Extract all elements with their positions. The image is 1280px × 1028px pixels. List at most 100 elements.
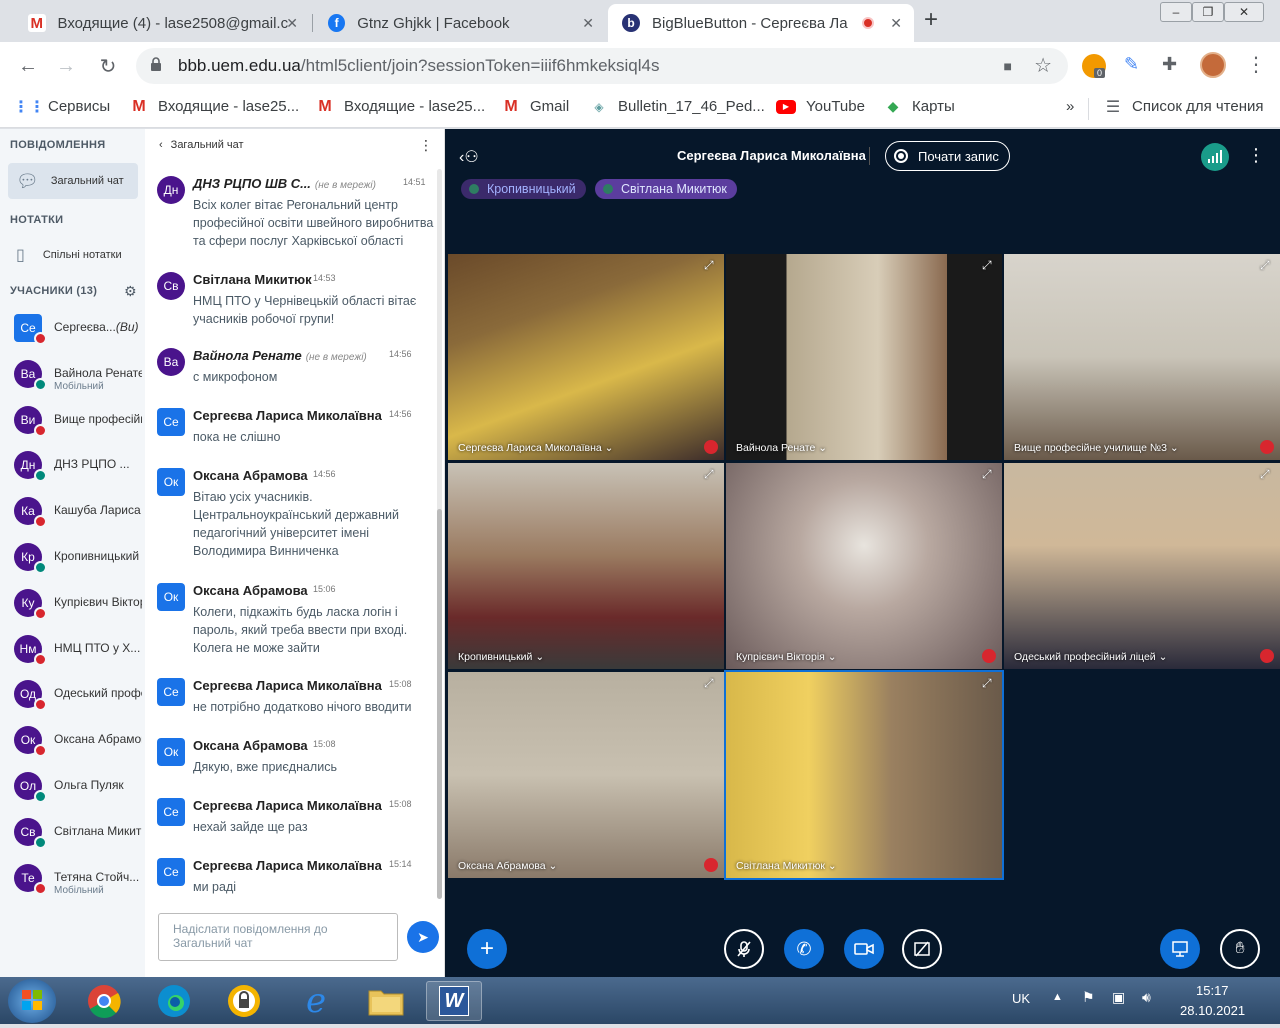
restore-icon[interactable]: ❐: [1192, 2, 1224, 22]
new-tab-icon[interactable]: +: [924, 6, 938, 34]
window-close-icon[interactable]: ✕: [1224, 2, 1264, 22]
fullscreen-icon[interactable]: ⤢: [1260, 467, 1274, 481]
user-list-item[interactable]: Кр Кропивницький: [14, 543, 140, 583]
ie-taskbar-button[interactable]: e: [288, 981, 344, 1021]
user-list-item[interactable]: Ва Вайнола Ренате Мобільний: [14, 359, 142, 400]
scrollbar-thumb[interactable]: [437, 509, 442, 899]
video-tile[interactable]: ⤢ Вайнола Ренате ⌄: [726, 254, 1002, 460]
video-tile[interactable]: ⤢ Одеський професійний ліцей ⌄: [1004, 463, 1280, 669]
tab-facebook[interactable]: f Gtnz Ghjkk | Facebook ✕: [314, 4, 606, 42]
video-tile[interactable]: ⤢ Кропивницький ⌄: [448, 463, 724, 669]
raise-hand-button[interactable]: ✋︎: [1220, 929, 1260, 969]
bookmark-gmail-2[interactable]: M Входящие - lase25...: [316, 98, 485, 116]
close-tab-icon[interactable]: ✕: [890, 15, 902, 32]
video-user-label[interactable]: Вайнола Ренате ⌄: [736, 442, 827, 454]
flag-icon[interactable]: ⚑: [1082, 989, 1095, 1006]
video-tile[interactable]: ⤢ Вище професійне училище №3 ⌄: [1004, 254, 1280, 460]
bookmark-maps[interactable]: ◆ Карты: [884, 98, 955, 115]
video-user-label[interactable]: Оксана Абрамова ⌄: [458, 860, 557, 872]
video-tile[interactable]: ⤢ Світлана Микитюк ⌄: [724, 670, 1004, 880]
fullscreen-icon[interactable]: ⤢: [982, 467, 996, 481]
clock-time[interactable]: 15:17: [1196, 983, 1229, 998]
video-tile[interactable]: ⤢ Сергеєва Лариса Миколаївна ⌄: [448, 254, 724, 460]
video-button[interactable]: [844, 929, 884, 969]
reload-icon[interactable]: ↻: [94, 52, 122, 80]
language-indicator[interactable]: UK: [1012, 991, 1030, 1006]
reading-list-button[interactable]: ☰ Список для чтения: [1104, 98, 1264, 116]
start-recording-button[interactable]: Почати запис: [885, 141, 1010, 171]
fullscreen-icon[interactable]: ⤢: [704, 258, 718, 272]
explorer-taskbar-button[interactable]: [358, 981, 414, 1021]
presentation-button[interactable]: [1160, 929, 1200, 969]
tray-expand-icon[interactable]: ▲: [1052, 991, 1063, 1003]
bookmark-star-icon[interactable]: ☆: [1034, 53, 1052, 78]
network-icon[interactable]: ▣: [1112, 989, 1125, 1006]
tab-gmail[interactable]: M Входящие (4) - lase2508@gmail.c ✕: [14, 4, 310, 42]
send-message-button[interactable]: ➤: [407, 921, 439, 953]
user-list-item[interactable]: Се Сергеєва...(Ви): [14, 314, 140, 354]
clock-date[interactable]: 28.10.2021: [1180, 1003, 1245, 1018]
video-user-label[interactable]: Кропивницький ⌄: [458, 651, 544, 663]
video-user-label[interactable]: Вище професійне училище №3 ⌄: [1014, 442, 1179, 454]
fullscreen-icon[interactable]: ⤢: [982, 676, 996, 690]
minimize-icon[interactable]: ‒: [1160, 2, 1192, 22]
user-list-item[interactable]: ОкОксана Абрамова: [14, 726, 142, 766]
start-button[interactable]: [8, 979, 56, 1023]
chat-header[interactable]: ‹ Загальний чат: [159, 139, 244, 151]
user-list-item[interactable]: ВиВище професійне: [14, 405, 142, 446]
chat-options-icon[interactable]: ⋮: [419, 137, 433, 154]
user-list-item[interactable]: Ка Кашуба Лариса: [14, 497, 141, 537]
feather-extension-icon[interactable]: ✎: [1124, 54, 1139, 75]
profile-avatar[interactable]: [1200, 52, 1226, 78]
user-list-item[interactable]: Нм НМЦ ПТО у Х...: [14, 634, 140, 675]
settings-gear-icon[interactable]: ⚙: [124, 283, 137, 300]
user-list-item[interactable]: Ол Ольга Пуляк: [14, 772, 140, 812]
video-tile[interactable]: ⤢ Купрієвич Вікторія ⌄: [726, 463, 1002, 669]
edge-taskbar-button[interactable]: [146, 981, 202, 1021]
vpn-taskbar-button[interactable]: [216, 981, 272, 1021]
bookmark-gmail-1[interactable]: M Входящие - lase25...: [130, 98, 299, 116]
toggle-userlist-icon[interactable]: ‹⚇: [459, 147, 479, 167]
video-user-label[interactable]: Сергеєва Лариса Миколаївна ⌄: [458, 442, 613, 454]
more-bookmarks-button[interactable]: »: [1066, 98, 1074, 115]
user-list-item[interactable]: Те Тетяна Стойч... Мобільний: [14, 863, 140, 904]
video-user-label[interactable]: Світлана Микитюк ⌄: [736, 860, 837, 872]
forward-icon[interactable]: →: [52, 52, 80, 80]
back-icon[interactable]: ←: [14, 52, 42, 80]
actions-button[interactable]: +: [467, 929, 507, 969]
fullscreen-icon[interactable]: ⤢: [704, 676, 718, 690]
bookmark-bulletin[interactable]: ◈ Bulletin_17_46_Ped...: [590, 98, 764, 115]
camera-icon[interactable]: ■: [1004, 58, 1012, 74]
bookmark-youtube[interactable]: ▶ YouTube: [776, 98, 865, 115]
audio-button[interactable]: ✆: [784, 929, 824, 969]
tab-bigbluebutton[interactable]: b BigBlueButton - Сергеєва Ла ✕: [608, 4, 914, 42]
url-field[interactable]: bbb.uem.edu.ua/html5client/join?sessionT…: [136, 48, 1068, 84]
public-chat-link[interactable]: 💬︎ Загальний чат: [8, 163, 138, 199]
chat-message-input[interactable]: Надіслати повідомлення до Загальний чат: [158, 913, 398, 961]
volume-icon[interactable]: 🔊︎: [1142, 989, 1151, 1006]
mute-button[interactable]: [724, 929, 764, 969]
options-menu-icon[interactable]: ⋮: [1247, 145, 1265, 166]
fullscreen-icon[interactable]: ⤢: [704, 467, 718, 481]
close-tab-icon[interactable]: ✕: [582, 15, 594, 32]
user-list-item[interactable]: ОдОдеський професійний: [14, 680, 142, 720]
video-user-label[interactable]: Одеський професійний ліцей ⌄: [1014, 651, 1167, 663]
kebab-menu-icon[interactable]: ⋮: [1246, 52, 1266, 77]
fullscreen-icon[interactable]: ⤢: [1260, 258, 1274, 272]
video-user-label[interactable]: Купрієвич Вікторія ⌄: [736, 651, 837, 663]
shared-notes-link[interactable]: ▯ Спільні нотатки: [8, 237, 138, 273]
chrome-taskbar-button[interactable]: [76, 981, 132, 1021]
user-list-item[interactable]: СвСвітлана Микитюк: [14, 817, 142, 858]
word-taskbar-button[interactable]: W: [426, 981, 482, 1021]
connection-status-icon[interactable]: [1201, 143, 1229, 171]
fullscreen-icon[interactable]: ⤢: [982, 258, 996, 272]
screenshare-button[interactable]: [902, 929, 942, 969]
user-list-item[interactable]: КуКупрієвич Вікторія: [14, 588, 142, 629]
video-tile[interactable]: ⤢ Оксана Абрамова ⌄: [448, 672, 724, 878]
bookmark-gmail-3[interactable]: M Gmail: [502, 98, 569, 116]
chevron-left-icon[interactable]: ‹: [159, 139, 163, 151]
bookmark-apps[interactable]: ⋮⋮ Сервисы: [13, 98, 110, 116]
puzzle-icon[interactable]: ✚: [1162, 54, 1177, 75]
extension-icon[interactable]: 0: [1082, 54, 1106, 78]
user-list-item[interactable]: Дн ДНЗ РЦПО ...: [14, 451, 140, 491]
